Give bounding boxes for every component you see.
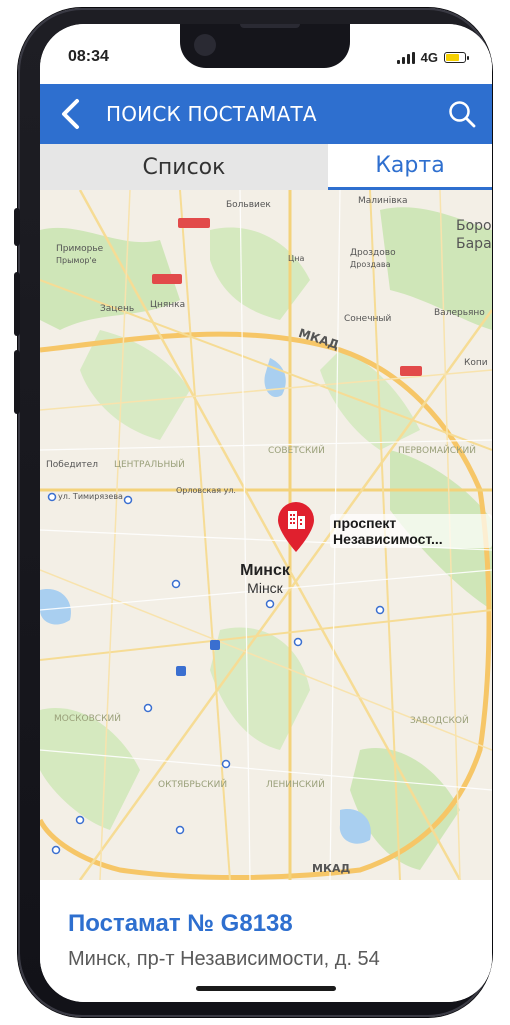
map-label-leninsky: ЛЕНИНСКИЙ: [266, 780, 325, 790]
postamat-info-card[interactable]: Постамат № G8138 Минск, пр-т Независимос…: [40, 880, 492, 1002]
map-pin-label[interactable]: проспект Независимост...: [330, 514, 492, 548]
map-label-tsentralny: ЦЕНТРАЛЬНЫЙ: [114, 460, 185, 470]
map-label-tsnyanka: Цнянка: [150, 300, 186, 310]
map-label-drozdovo: Дроздово: [350, 248, 396, 258]
building-pin-icon: [278, 502, 314, 552]
map-label-drozdovo-by: Дроздава: [350, 260, 391, 269]
map-label-zatsen: Зацень: [100, 304, 135, 314]
map-label-primorye-by: Прымор'е: [56, 256, 97, 265]
map-label-orlovskaya: Орловская ул.: [176, 486, 236, 495]
signal-icon: [396, 51, 415, 64]
volume-down-button: [14, 350, 20, 414]
map-label-malinovka: Малинівка: [358, 196, 408, 206]
search-icon: [449, 101, 476, 128]
page-title: ПОИСК ПОСТАМАТА: [106, 102, 317, 126]
back-button[interactable]: [40, 84, 100, 144]
map-city-name-by: Мінск: [247, 580, 283, 596]
map-label-pervomaisky: ПЕРВОМАЙСКИЙ: [398, 446, 476, 456]
map-label-sonechny: Сонечный: [344, 314, 392, 324]
map-label-sovetsky: СОВЕТСКИЙ: [268, 446, 325, 456]
map-city-label: Минск Мінск: [220, 562, 310, 596]
map-label-primorye: Приморье: [56, 244, 104, 254]
postamat-title[interactable]: Постамат № G8138: [68, 910, 293, 938]
status-icons: 4G: [396, 50, 469, 65]
map-label-timiryazeva: ул. Тимирязева: [58, 492, 123, 501]
chevron-left-icon: [62, 99, 79, 129]
map-label-pobediteley: Победител: [46, 460, 98, 470]
map-city-name: Минск: [240, 562, 290, 579]
mute-switch: [14, 208, 20, 246]
volume-up-button: [14, 272, 20, 336]
battery-icon: [444, 52, 469, 63]
postamat-address: Минск, пр-т Независимости, д. 54: [68, 948, 380, 970]
map-label-mkad-south: МКАД: [312, 862, 351, 875]
map-label-oktyabrsky: ОКТЯБРЬСКИЙ: [158, 780, 228, 790]
map-label-boro: Боро: [456, 218, 492, 234]
app-header: ПОИСК ПОСТАМАТА: [40, 84, 492, 144]
map-label-kopi: Копи: [464, 358, 488, 368]
map-label-moskovsky: МОСКОВСКИЙ: [54, 714, 121, 724]
map-label-bolshevik: Больвиек: [226, 200, 271, 210]
home-indicator[interactable]: [196, 986, 336, 991]
tab-list[interactable]: Список: [40, 144, 328, 190]
map-label-valeryanovo: Валерьяно: [434, 308, 485, 318]
map-pin[interactable]: [276, 500, 316, 554]
map-label-bara: Бара: [456, 236, 492, 252]
speaker-grille: [240, 24, 300, 28]
tab-map[interactable]: Карта: [328, 144, 492, 190]
notch: [180, 24, 350, 68]
search-button[interactable]: [432, 84, 492, 144]
status-time: 08:34: [68, 48, 109, 65]
map-view[interactable]: Малинівка Боро Бара Больвиек Приморье Пр…: [40, 190, 492, 880]
view-tabs: Список Карта: [40, 144, 492, 190]
camera-icon: [194, 34, 216, 56]
map-label-zavodskoy: ЗАВОДСКОЙ: [410, 716, 469, 726]
phone-screen: 08:34 4G ПОИСК ПОСТАМАТА Список Карта Ма…: [40, 24, 492, 1002]
network-type: 4G: [420, 50, 438, 65]
map-label-tsna: Цна: [288, 254, 305, 263]
